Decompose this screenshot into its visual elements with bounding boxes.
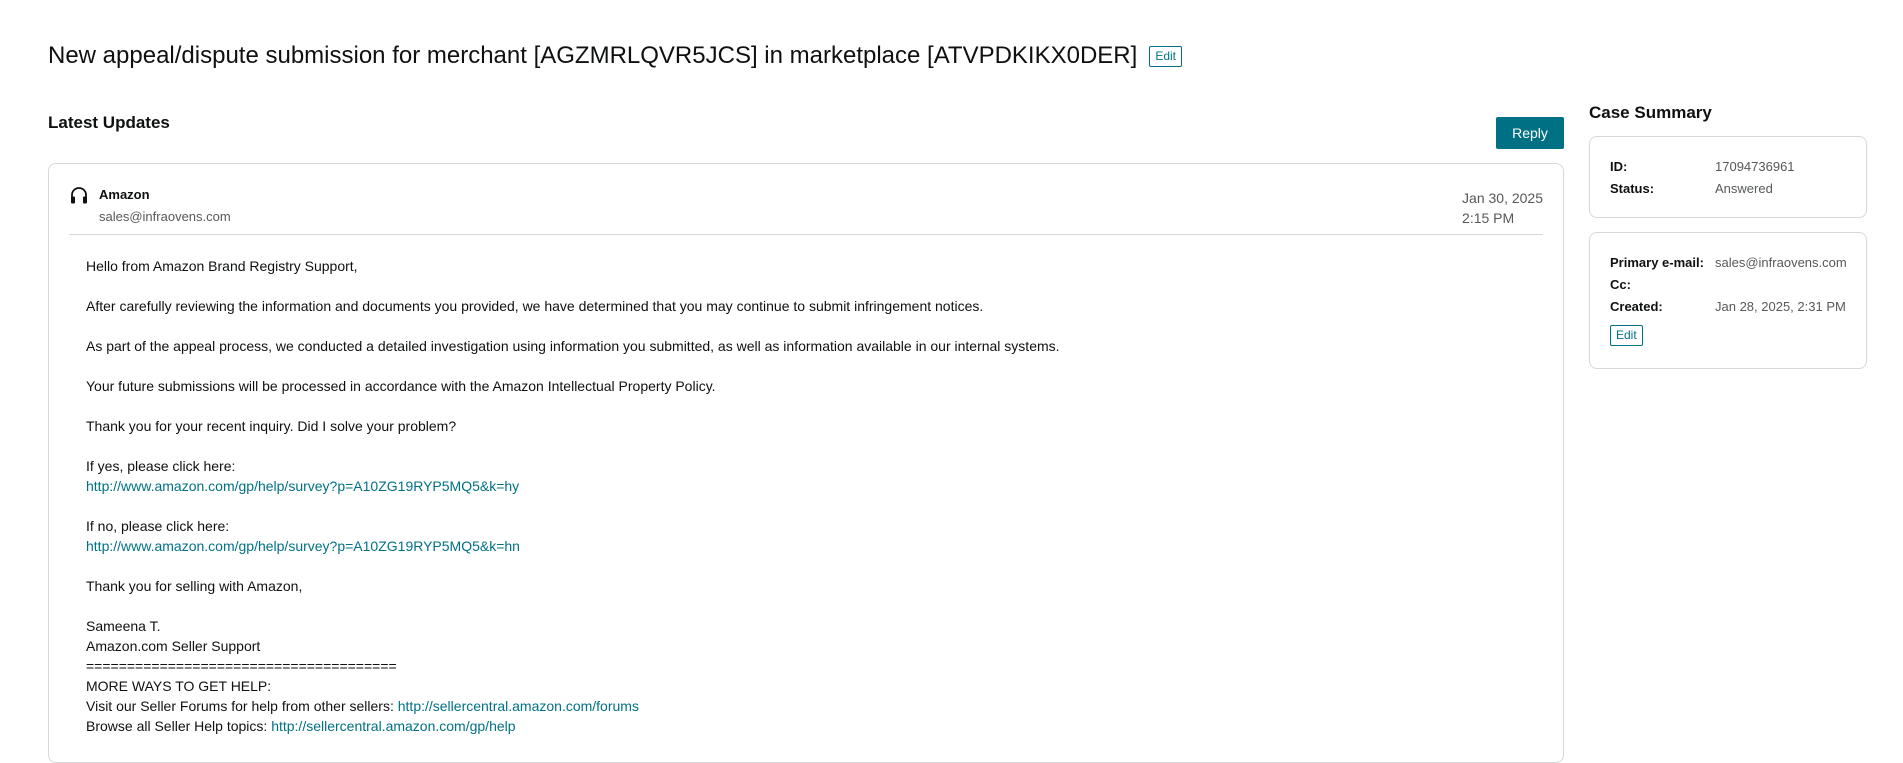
message-body: Hello from Amazon Brand Registry Support…	[86, 256, 1533, 736]
signer-name: Sameena T.	[86, 618, 161, 634]
survey-no-link[interactable]: http://www.amazon.com/gp/help/survey?p=A…	[86, 538, 520, 554]
cc-row: Cc:	[1610, 275, 1856, 295]
forums-link[interactable]: http://sellercentral.amazon.com/forums	[398, 698, 639, 714]
edit-case-button[interactable]: Edit	[1610, 325, 1643, 346]
case-id-row: ID: 17094736961	[1610, 157, 1856, 177]
message-paragraph: Your future submissions will be processe…	[86, 378, 716, 394]
message-closing: Thank you for selling with Amazon,	[86, 578, 303, 594]
browse-line: Browse all Seller Help topics: http://se…	[86, 716, 1533, 736]
survey-no-text: If no, please click here:	[86, 518, 230, 534]
browse-text: Browse all Seller Help topics:	[86, 718, 268, 734]
created-value: Jan 28, 2025, 2:31 PM	[1715, 299, 1846, 314]
page-title-text: New appeal/dispute submission for mercha…	[48, 42, 1138, 69]
case-status-card: ID: 17094736961 Status: Answered	[1589, 136, 1867, 218]
case-status-label: Status:	[1610, 181, 1655, 196]
browse-link[interactable]: http://sellercentral.amazon.com/gp/help	[271, 718, 515, 734]
headset-icon	[71, 187, 87, 204]
more-help-heading: MORE WAYS TO GET HELP:	[86, 678, 272, 694]
survey-no: If no, please click here: http://www.ama…	[86, 516, 1533, 556]
case-id-value: 17094736961	[1715, 159, 1795, 174]
message-header: Amazon sales@infraovens.com Jan 30, 2025…	[69, 184, 1543, 235]
message-paragraph: Thank you for your recent inquiry. Did I…	[86, 418, 457, 434]
sender-email: sales@infraovens.com	[99, 209, 231, 224]
message-paragraph: As part of the appeal process, we conduc…	[86, 338, 1060, 354]
case-contact-card: Primary e-mail: sales@infraovens.com Cc:…	[1589, 232, 1867, 369]
sender-name: Amazon	[99, 187, 150, 202]
cc-label: Cc:	[1610, 277, 1631, 292]
created-label: Created:	[1610, 299, 1663, 314]
page-title: New appeal/dispute submission for mercha…	[48, 42, 1182, 70]
survey-yes-link[interactable]: http://www.amazon.com/gp/help/survey?p=A…	[86, 478, 519, 494]
message-date: Jan 30, 2025	[1462, 190, 1543, 206]
created-row: Created: Jan 28, 2025, 2:31 PM	[1610, 297, 1856, 317]
message-greeting: Hello from Amazon Brand Registry Support…	[86, 258, 358, 274]
signer-org: Amazon.com Seller Support	[86, 638, 261, 654]
case-status-row: Status: Answered	[1610, 179, 1856, 199]
edit-title-button[interactable]: Edit	[1149, 45, 1182, 67]
primary-email-row: Primary e-mail: sales@infraovens.com	[1610, 253, 1856, 273]
survey-yes-text: If yes, please click here:	[86, 458, 236, 474]
forums-text: Visit our Seller Forums for help from ot…	[86, 698, 394, 714]
message-card: Amazon sales@infraovens.com Jan 30, 2025…	[48, 163, 1564, 763]
survey-yes: If yes, please click here: http://www.am…	[86, 456, 1533, 496]
case-id-label: ID:	[1610, 159, 1628, 174]
case-status-value: Answered	[1715, 181, 1773, 196]
latest-updates-heading: Latest Updates	[48, 113, 170, 132]
message-paragraph: After carefully reviewing the informatio…	[86, 298, 984, 314]
message-datetime: Jan 30, 2025 2:15 PM	[1462, 188, 1543, 228]
reply-button[interactable]: Reply	[1496, 117, 1564, 149]
divider-text: ======================================	[86, 658, 397, 674]
primary-email-value: sales@infraovens.com	[1715, 255, 1847, 270]
primary-email-label: Primary e-mail:	[1610, 255, 1704, 270]
forums-line: Visit our Seller Forums for help from ot…	[86, 696, 1533, 716]
case-summary-heading: Case Summary	[1589, 103, 1712, 122]
message-time: 2:15 PM	[1462, 210, 1515, 226]
